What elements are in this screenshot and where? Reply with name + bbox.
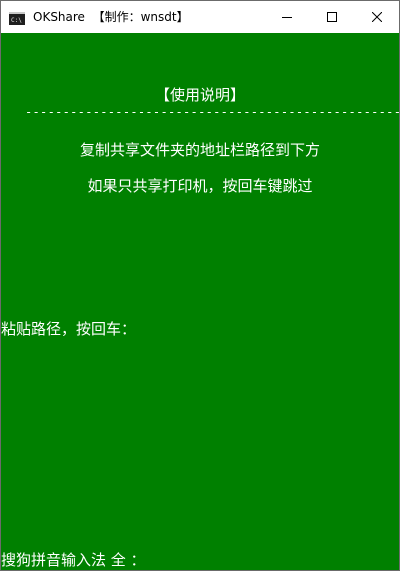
maximize-button[interactable] (309, 1, 354, 32)
minimize-icon (281, 7, 292, 26)
instruction-skip-printer: 如果只共享打印机，按回车键跳过 (87, 177, 313, 195)
console-area[interactable]: 【使用说明】 ---------------------------------… (1, 33, 399, 570)
console-icon: C:\ (9, 10, 25, 25)
path-input-prompt[interactable]: 粘贴路径，按回车： (1, 319, 137, 339)
minimize-button[interactable] (264, 1, 309, 32)
close-button[interactable] (354, 1, 399, 32)
title-bar[interactable]: C:\ OKShare 【制作：wnsdt】 (1, 1, 399, 33)
console-window: C:\ OKShare 【制作：wnsdt】 【使用说明】 ----------… (0, 0, 400, 571)
divider-line: ----------------------------------------… (25, 105, 399, 119)
window-title: OKShare 【制作：wnsdt】 (33, 10, 189, 24)
prompt-label: 粘贴路径，按回车： (1, 320, 137, 338)
instruction-copy-path: 复制共享文件夹的地址栏路径到下方 (79, 141, 320, 159)
ime-status-bar: 搜狗拼音输入法 全 ： (1, 551, 146, 569)
close-icon (371, 7, 382, 26)
svg-text:C:\: C:\ (11, 17, 22, 24)
maximize-icon (326, 7, 337, 26)
text-cursor (136, 322, 137, 338)
